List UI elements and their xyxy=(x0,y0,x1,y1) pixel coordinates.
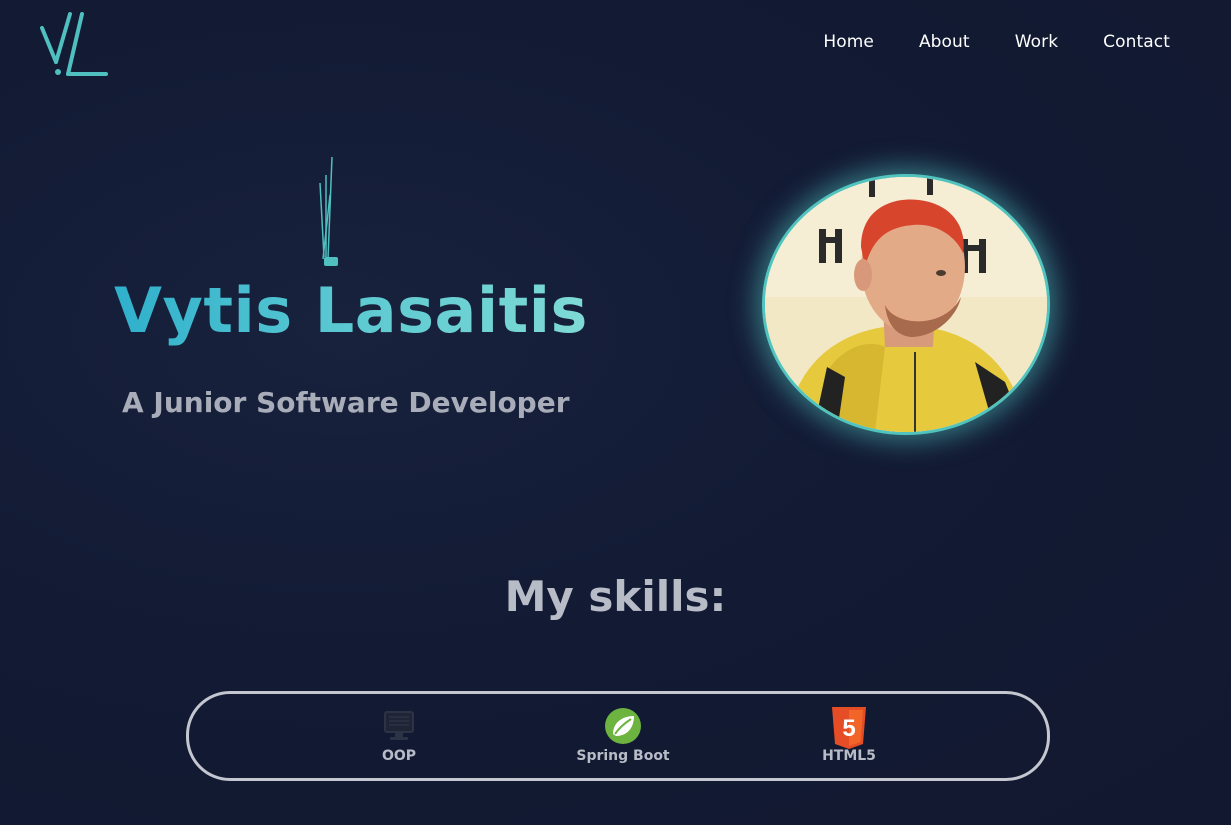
main-nav: Home About Work Contact xyxy=(778,32,1170,52)
skills-panel: OOP Spring Boot 5 HTML5 xyxy=(186,691,1050,781)
skills-title: My skills: xyxy=(504,572,727,621)
nav-home[interactable]: Home xyxy=(823,32,874,52)
site-logo[interactable] xyxy=(38,10,110,80)
skill-label: Spring Boot xyxy=(576,748,670,764)
skill-item-oop: OOP xyxy=(339,706,459,764)
monitor-icon xyxy=(379,706,419,746)
skill-item-html5: 5 HTML5 xyxy=(789,706,909,764)
nav-work[interactable]: Work xyxy=(1015,32,1058,52)
spring-leaf-icon xyxy=(603,706,643,746)
skill-label: OOP xyxy=(381,748,417,764)
skill-item-spring-boot: Spring Boot xyxy=(563,706,683,764)
nav-contact[interactable]: Contact xyxy=(1103,32,1170,52)
nav-about[interactable]: About xyxy=(919,32,970,52)
html5-icon: 5 xyxy=(829,706,869,749)
profile-avatar xyxy=(762,174,1050,435)
svg-text:5: 5 xyxy=(842,715,855,742)
hero-name: Vytis Lasaitis xyxy=(114,274,588,347)
cursor-decoration-icon xyxy=(312,155,342,270)
vl-logo-icon xyxy=(40,12,108,76)
hero-subtitle: A Junior Software Developer xyxy=(122,386,570,419)
skill-label: HTML5 xyxy=(822,748,876,764)
